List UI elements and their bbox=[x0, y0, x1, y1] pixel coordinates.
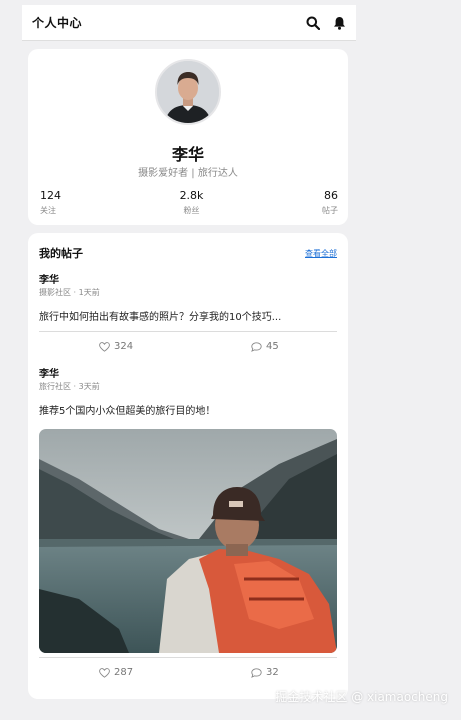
stat-value: 2.8k bbox=[179, 189, 204, 202]
heart-icon bbox=[99, 667, 110, 678]
stat-label: 粉丝 bbox=[183, 206, 200, 215]
page-title: 个人中心 bbox=[32, 16, 83, 30]
like-button[interactable]: 324 bbox=[99, 341, 133, 352]
post-actions: 287 32 bbox=[39, 657, 337, 687]
bell-icon[interactable] bbox=[332, 16, 346, 30]
comment-icon bbox=[251, 341, 262, 352]
comment-count: 45 bbox=[266, 341, 279, 352]
stat-following[interactable]: 124 关注 bbox=[40, 189, 61, 216]
post-text: 推荐5个国内小众但超美的旅行目的地！ bbox=[39, 406, 216, 417]
post-author: 李华 bbox=[39, 369, 59, 380]
stat-value: 124 bbox=[40, 189, 61, 202]
profile-card: 李华 摄影爱好者 | 旅行达人 124 关注 2.8k 粉丝 86 帖子 bbox=[28, 49, 348, 225]
post-author: 李华 bbox=[39, 275, 59, 286]
post-actions: 324 45 bbox=[39, 331, 337, 361]
post-item[interactable]: 李华 摄影社区 · 1天前 旅行中如何拍出有故事感的照片？分享我的10个技巧..… bbox=[39, 271, 337, 323]
view-all-link[interactable]: 查看全部 bbox=[305, 248, 337, 259]
post-text: 旅行中如何拍出有故事感的照片？分享我的10个技巧... bbox=[39, 312, 282, 323]
like-button[interactable]: 287 bbox=[99, 667, 133, 678]
post-meta: 摄影社区 · 1天前 bbox=[39, 288, 100, 297]
stat-value: 86 bbox=[324, 189, 338, 202]
stat-label: 关注 bbox=[40, 206, 56, 215]
stat-followers[interactable]: 2.8k 粉丝 bbox=[180, 189, 204, 216]
profile-name: 李华 bbox=[171, 145, 204, 164]
post-meta: 旅行社区 · 3天前 bbox=[39, 382, 100, 391]
search-icon[interactable] bbox=[306, 16, 320, 30]
post-image[interactable] bbox=[39, 429, 337, 653]
comment-button[interactable]: 45 bbox=[251, 341, 279, 352]
comment-icon bbox=[251, 667, 262, 678]
section-title: 我的帖子 bbox=[39, 247, 83, 260]
stat-label: 帖子 bbox=[322, 206, 338, 215]
profile-stats: 124 关注 2.8k 粉丝 86 帖子 bbox=[40, 189, 338, 216]
comment-button[interactable]: 32 bbox=[251, 667, 279, 678]
profile-tagline: 摄影爱好者 | 旅行达人 bbox=[138, 168, 238, 179]
post-item[interactable]: 李华 旅行社区 · 3天前 推荐5个国内小众但超美的旅行目的地！ bbox=[39, 365, 337, 653]
posts-header: 我的帖子 查看全部 bbox=[39, 245, 337, 261]
watermark: 掘金技术社区 @ xiamaocheng bbox=[275, 690, 448, 704]
like-count: 287 bbox=[114, 667, 134, 678]
top-bar: 个人中心 bbox=[22, 5, 356, 41]
like-count: 324 bbox=[114, 341, 134, 352]
header-actions bbox=[306, 16, 346, 30]
avatar[interactable] bbox=[155, 59, 221, 125]
my-posts-card: 我的帖子 查看全部 李华 摄影社区 · 1天前 旅行中如何拍出有故事感的照片？分… bbox=[28, 233, 348, 699]
stat-posts[interactable]: 86 帖子 bbox=[322, 189, 338, 216]
comment-count: 32 bbox=[266, 667, 279, 678]
app-container: 个人中心 李华 摄影爱好者 | 旅行达人 124 关注 2.8k 粉丝 86 帖… bbox=[22, 5, 356, 715]
heart-icon bbox=[99, 341, 110, 352]
